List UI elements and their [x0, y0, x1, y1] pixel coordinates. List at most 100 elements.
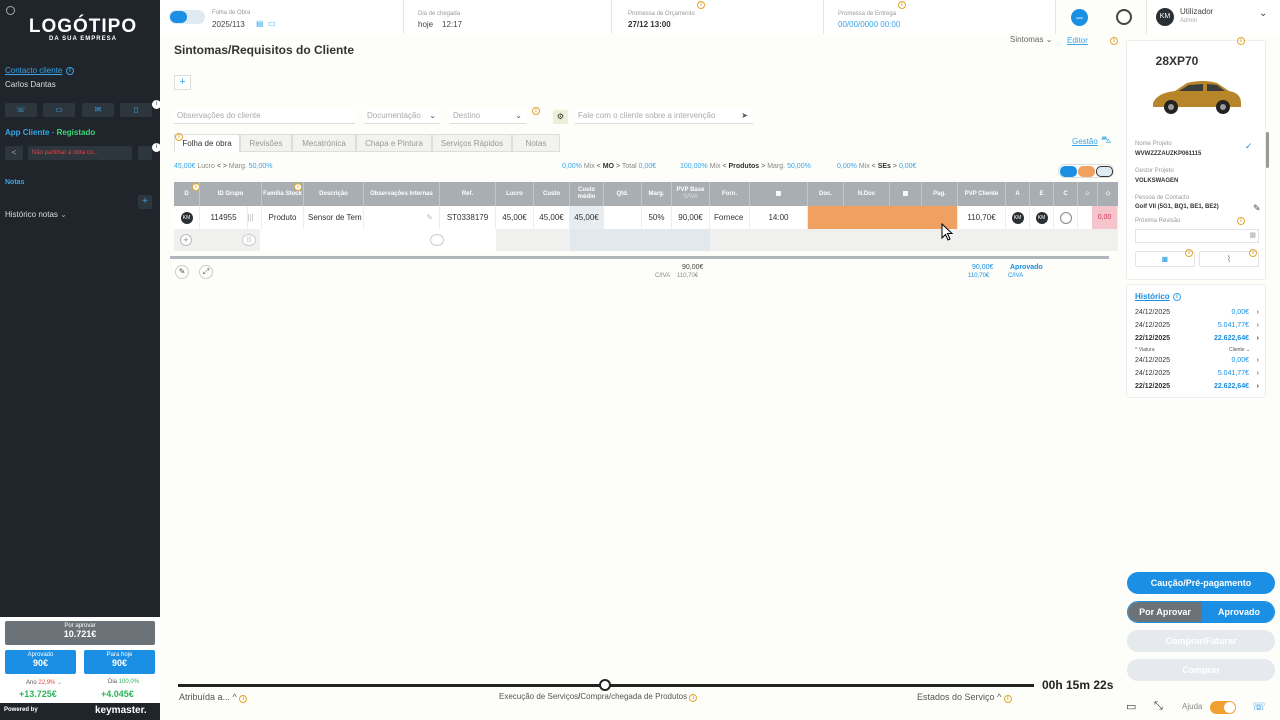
cell-description[interactable]: Sensor de Tem: [304, 206, 364, 229]
pending-approval-button[interactable]: Por Aprovar: [1128, 602, 1202, 622]
client-toggle[interactable]: Cliente ⌄: [1229, 347, 1250, 353]
work-order-toggle[interactable]: [169, 10, 205, 24]
info-icon[interactable]: i: [1110, 37, 1118, 45]
share-select[interactable]: Não partilhar a obra co...: [28, 146, 132, 160]
edit-icon[interactable]: ✎: [1253, 203, 1261, 214]
talk-to-client-input[interactable]: Fale com o cliente sobre a intervenção ➤: [575, 108, 753, 124]
horizontal-scrollbar[interactable]: [170, 256, 1109, 259]
add-row-button[interactable]: +: [180, 234, 192, 246]
info-icon[interactable]: i: [1249, 249, 1257, 257]
assignee-avatar[interactable]: KM: [180, 211, 193, 224]
info-icon[interactable]: i: [152, 143, 161, 152]
barcode-icon[interactable]: |||: [242, 234, 256, 246]
calendar-icon[interactable]: ▦: [1249, 231, 1256, 239]
tab-revisions[interactable]: Revisões: [240, 134, 292, 152]
comment-icon[interactable]: ✎: [364, 206, 440, 229]
help-toggle[interactable]: [1210, 701, 1236, 714]
mail-icon[interactable]: ✉: [82, 103, 114, 117]
history-row[interactable]: 22/12/2025 22.622,64€ ›: [1135, 335, 1259, 347]
share-icon[interactable]: <: [5, 146, 23, 160]
table-row[interactable]: KM 114955 ||| Produto Sensor de Tem ✎ ST…: [174, 206, 1118, 229]
info-icon[interactable]: i: [1185, 249, 1193, 257]
next-review-input[interactable]: ▦: [1135, 229, 1259, 243]
cell-base-price[interactable]: 90,00€: [672, 206, 710, 229]
barcode-icon[interactable]: |||: [240, 206, 262, 229]
print-icon[interactable]: ▤: [256, 19, 264, 28]
history-notes-toggle[interactable]: Histórico notas ⌄: [5, 210, 67, 219]
tab-mechatronics[interactable]: Mecatrónica: [292, 134, 356, 152]
editor-link[interactable]: Editor: [1067, 36, 1088, 45]
delivery-header[interactable]: Promessa de Entrega 00/00/0000 00:00 i: [824, 0, 1056, 34]
cell-cost[interactable]: 45,00€: [534, 206, 570, 229]
document-icon[interactable]: [1096, 166, 1113, 177]
user-menu[interactable]: KM Utilizador Admin ⌄: [1146, 0, 1280, 34]
document-icon[interactable]: [170, 11, 187, 23]
chat-icon[interactable]: ▭: [43, 103, 75, 117]
deposit-button[interactable]: Caução/Pré-pagamento: [1127, 572, 1275, 594]
approval-toggle[interactable]: Por Aprovar Aprovado: [1127, 601, 1275, 623]
document-icon[interactable]: ▯: [120, 103, 152, 117]
service-states-toggle[interactable]: Estados do Serviço ^ i: [917, 692, 1012, 703]
cell-supplier[interactable]: Fornece: [710, 206, 750, 229]
check-circle[interactable]: [1059, 211, 1072, 224]
today-kpi[interactable]: Para hoje 90€: [84, 650, 155, 674]
budget-header[interactable]: Promessa de Orçamento 27/12 13:00 i: [612, 0, 824, 34]
minus-circle-icon[interactable]: –: [1071, 9, 1088, 26]
info-icon[interactable]: i: [152, 100, 161, 109]
mechanic-icon[interactable]: ⚙: [553, 110, 568, 124]
add-note-button[interactable]: +: [138, 195, 152, 209]
tab-body-paint[interactable]: Chapa e Pintura: [356, 134, 432, 152]
timer-icon[interactable]: [1116, 9, 1132, 25]
timeline-knob[interactable]: [599, 679, 611, 691]
list-icon[interactable]: [1060, 166, 1077, 177]
phone-icon[interactable]: ☏: [1252, 700, 1266, 713]
calendar-icon[interactable]: ▦: [890, 182, 922, 206]
chevron-down-icon[interactable]: ⌄: [57, 680, 62, 686]
info-icon[interactable]: i: [239, 695, 248, 703]
info-icon[interactable]: i: [697, 1, 705, 9]
new-row-fields[interactable]: [260, 229, 364, 251]
history-row[interactable]: 24/12/2025 5.041,77€ ›: [1135, 370, 1259, 382]
buy-invoice-button[interactable]: Comprar/Faturar: [1127, 630, 1275, 652]
symptoms-select[interactable]: Sintomas ⌄: [1010, 35, 1052, 44]
phone-icon[interactable]: ☏: [5, 103, 37, 117]
documentation-select[interactable]: Documentação ⌄: [364, 108, 440, 124]
send-icon[interactable]: ➤: [741, 108, 748, 124]
info-icon[interactable]: i: [532, 107, 540, 115]
info-icon[interactable]: i: [1173, 293, 1181, 301]
approved-button[interactable]: Aprovado: [1202, 602, 1274, 622]
customer-observations-input[interactable]: Observações do cliente: [174, 108, 355, 124]
view-toggle[interactable]: [1058, 164, 1114, 178]
contact-client-link[interactable]: Contacto cliente: [5, 66, 62, 75]
tab-quick-services[interactable]: Serviços Rápidos: [432, 134, 512, 152]
info-icon[interactable]: i: [192, 183, 200, 191]
doc-cell-highlight[interactable]: [808, 206, 958, 229]
history-row[interactable]: 22/12/2025 22.622,64€ ›: [1135, 383, 1259, 395]
tab-notes[interactable]: Notas: [512, 134, 560, 152]
device-icon[interactable]: [138, 146, 152, 160]
history-row[interactable]: 24/12/2025 0,00€ ›: [1135, 357, 1259, 369]
info-icon[interactable]: i: [1237, 37, 1245, 45]
add-symptom-button[interactable]: +: [174, 75, 191, 90]
info-icon[interactable]: i: [66, 67, 74, 75]
cell-time[interactable]: 14:00: [750, 206, 808, 229]
cart-icon[interactable]: ⛍: [1101, 135, 1111, 148]
executor-avatar[interactable]: KM: [1035, 211, 1048, 224]
management-link[interactable]: Gestão: [1072, 137, 1098, 146]
new-row[interactable]: + |||: [174, 229, 1118, 251]
collapse-icon[interactable]: ⤡: [1154, 700, 1163, 713]
cell-qty[interactable]: [604, 206, 642, 229]
panel-scrollbar[interactable]: [1266, 132, 1269, 168]
info-icon[interactable]: i: [175, 133, 183, 141]
vehicle-toggle[interactable]: ^ Viatura: [1135, 347, 1155, 353]
hand-icon[interactable]: [1078, 166, 1095, 177]
tab-work-order[interactable]: Folha de obra: [174, 134, 240, 152]
info-icon[interactable]: i: [294, 183, 302, 191]
history-row[interactable]: 24/12/2025 0,00€ ›: [1135, 309, 1259, 321]
info-icon[interactable]: i: [1237, 217, 1245, 225]
chat-icon[interactable]: ▭: [268, 19, 276, 28]
expand-icon[interactable]: ⤢: [199, 265, 213, 279]
buy-button[interactable]: Comprar: [1127, 659, 1275, 681]
info-icon[interactable]: i: [898, 1, 906, 9]
history-link[interactable]: Histórico: [1135, 292, 1170, 301]
